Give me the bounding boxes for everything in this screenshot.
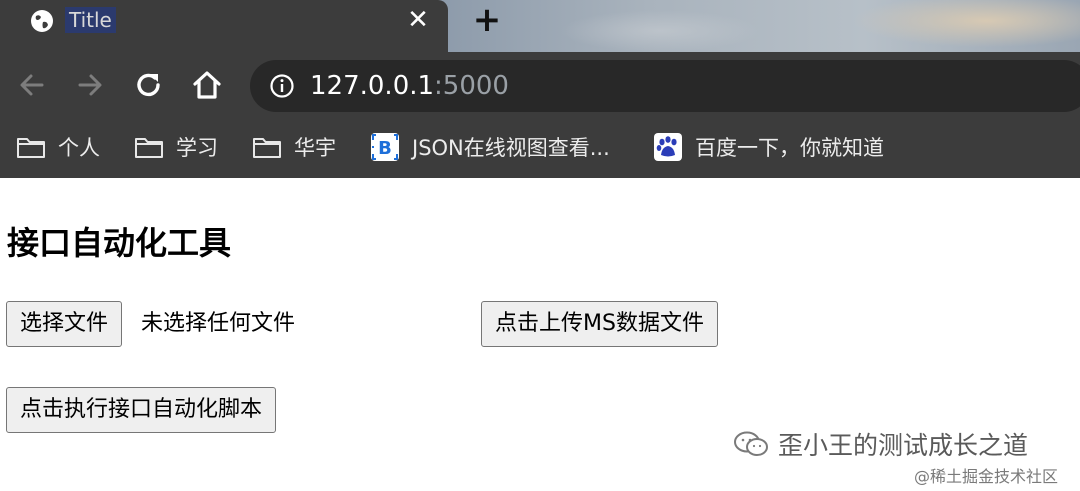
file-status-text: 未选择任何文件: [141, 311, 296, 336]
home-icon[interactable]: [191, 68, 223, 102]
new-tab-button[interactable]: +: [472, 3, 502, 37]
bookmark-baidu[interactable]: 百度一下，你就知道: [653, 132, 884, 162]
bookmark-folder-study[interactable]: 学习: [134, 132, 218, 162]
baidu-paw-icon: [654, 133, 682, 161]
wechat-icon: [734, 431, 768, 456]
url-port: :5000: [434, 71, 509, 101]
page-title: 接口自动化工具: [7, 224, 232, 262]
bookmark-label: 百度一下，你就知道: [695, 136, 884, 160]
bookmark-folder-personal[interactable]: 个人: [16, 132, 100, 162]
wechat-watermark: 歪小王的测试成长之道: [732, 424, 1028, 464]
bookmark-folder-huayu[interactable]: 华宇: [252, 132, 336, 162]
bootstrap-icon: B: [371, 133, 399, 161]
folder-icon: [135, 138, 163, 158]
upload-ms-data-button[interactable]: 点击上传MS数据文件: [481, 301, 718, 347]
info-icon[interactable]: [269, 73, 295, 99]
arrow-left-icon[interactable]: [16, 68, 48, 102]
address-bar[interactable]: 127.0.0.1:5000: [250, 60, 1080, 112]
choose-file-button[interactable]: 选择文件: [6, 301, 123, 347]
folder-icon: [253, 138, 281, 158]
bookmark-label: 学习: [176, 136, 218, 160]
bookmark-label: 个人: [58, 136, 100, 160]
reload-icon[interactable]: [133, 68, 165, 102]
bookmark-json-viewer[interactable]: B JSON在线视图查看...: [370, 132, 610, 162]
bookmarks-bar: 个人 学习 华宇 B JSON在线视图查看... 百度一下，你就知道: [0, 118, 1080, 178]
url-text[interactable]: 127.0.0.1:5000: [310, 70, 509, 102]
globe-icon: [31, 10, 53, 32]
svg-text:B: B: [378, 138, 392, 159]
tab-title: Title: [65, 7, 116, 33]
browser-tab[interactable]: Title ✕: [0, 0, 448, 52]
arrow-right-icon[interactable]: [74, 68, 106, 102]
folder-icon: [17, 138, 45, 158]
tab-strip: Title ✕ +: [0, 0, 1080, 52]
bookmark-label: 华宇: [294, 136, 336, 160]
bookmark-label: JSON在线视图查看...: [412, 136, 610, 160]
run-api-automation-button[interactable]: 点击执行接口自动化脚本: [6, 387, 277, 433]
page-content: 接口自动化工具 选择文件 未选择任何文件 点击上传MS数据文件 点击执行接口自动…: [0, 178, 1080, 491]
wallpaper-cloud: [830, 0, 1080, 52]
juejin-watermark: @稀土掘金技术社区: [914, 467, 1059, 486]
wallpaper-cloud: [560, 10, 760, 52]
url-host: 127.0.0.1: [310, 71, 435, 101]
close-icon[interactable]: ✕: [404, 6, 432, 34]
browser-toolbar: 127.0.0.1:5000: [0, 52, 1080, 118]
watermark-text: 歪小王的测试成长之道: [778, 431, 1029, 460]
